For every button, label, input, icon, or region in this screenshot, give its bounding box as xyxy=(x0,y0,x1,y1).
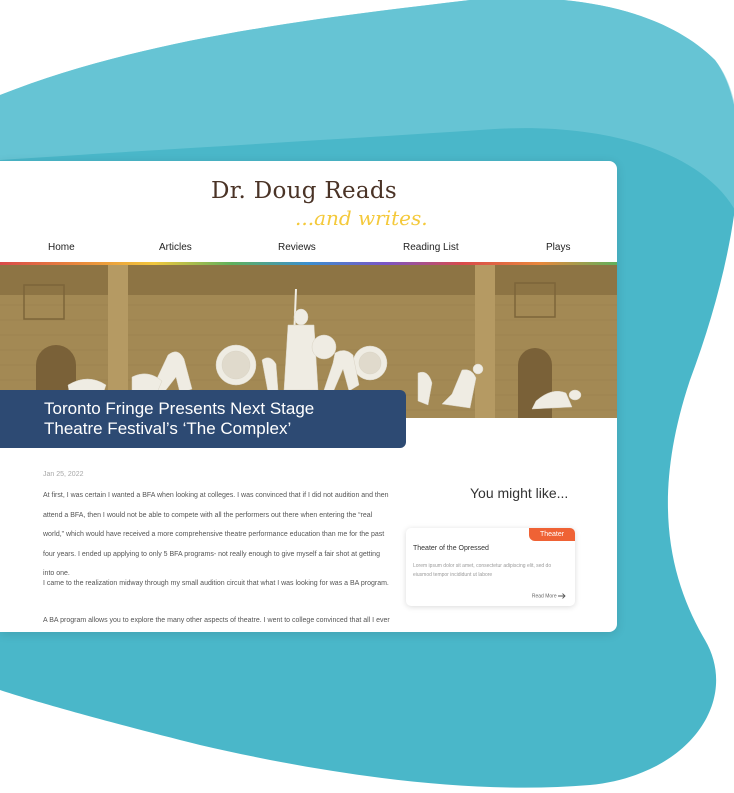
article-title-banner: Toronto Fringe Presents Next Stage Theat… xyxy=(0,390,406,448)
site-title: Dr. Doug Reads xyxy=(211,178,398,204)
article-paragraph: I came to the realization midway through… xyxy=(43,580,389,587)
category-badge: Theater xyxy=(529,528,575,541)
article-paragraph: At first, I was certain I wanted a BFA w… xyxy=(43,492,389,577)
site-tagline: ...and writes. xyxy=(295,206,428,230)
nav-reviews[interactable]: Reviews xyxy=(278,242,316,253)
article-paragraph: A BA program allows you to explore the m… xyxy=(43,617,390,624)
read-more-label: Read More xyxy=(531,593,557,600)
related-heading: You might like... xyxy=(470,485,569,501)
arrow-right-icon xyxy=(558,593,566,599)
website-card: Dr. Doug Reads ...and writes. Home Artic… xyxy=(0,161,617,632)
main-nav: Home Articles Reviews Reading List Plays xyxy=(0,239,617,259)
article-date: Jan 25, 2022 xyxy=(43,471,84,478)
nav-reading-list[interactable]: Reading List xyxy=(403,242,459,253)
related-article-excerpt: Lorem ipsum dolor sit amet, consectetur … xyxy=(413,563,552,578)
site-logo[interactable]: Dr. Doug Reads ...and writes. xyxy=(0,169,617,239)
nav-home[interactable]: Home xyxy=(48,242,75,253)
nav-articles[interactable]: Articles xyxy=(159,242,192,253)
nav-plays[interactable]: Plays xyxy=(546,242,570,253)
related-article-title[interactable]: Theater of the Opressed xyxy=(413,545,489,552)
article-title: Toronto Fringe Presents Next Stage Theat… xyxy=(44,399,315,438)
read-more-link[interactable]: Read More xyxy=(532,593,566,599)
related-article-card[interactable]: Theater Theater of the Opressed Lorem ip… xyxy=(406,528,575,606)
